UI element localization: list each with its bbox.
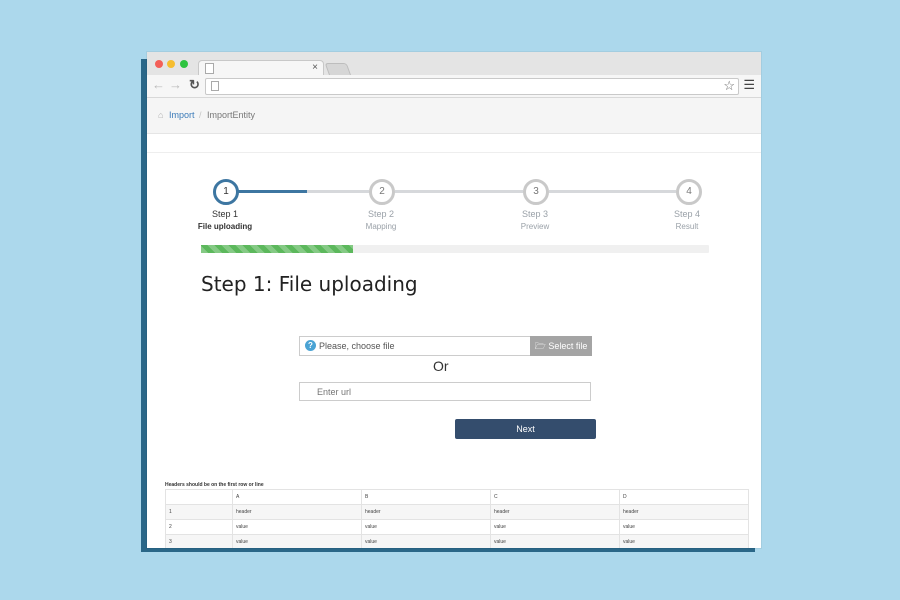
stepper-track xyxy=(549,190,676,193)
table-row: 2 value value value value xyxy=(165,519,749,535)
step-1-title: Step 1 xyxy=(211,209,239,219)
table-header-cell: A xyxy=(232,489,362,505)
stepper-track xyxy=(395,190,523,193)
folder-open-icon: 🗁 xyxy=(534,341,546,351)
step-3-subtitle: Preview xyxy=(520,222,550,231)
address-bar[interactable]: ☆ xyxy=(205,78,739,95)
page-icon xyxy=(211,81,219,91)
table-row: 1 header header header header xyxy=(165,504,749,520)
table-cell: value xyxy=(232,519,362,535)
step-1-subtitle: File uploading xyxy=(197,222,253,231)
progress-fill xyxy=(201,245,354,253)
breadcrumb-link-import[interactable]: Import xyxy=(169,98,195,133)
step-2-indicator[interactable]: 2 xyxy=(369,179,395,205)
arrow-left-icon[interactable]: ← xyxy=(152,77,165,93)
or-separator: Or xyxy=(433,358,449,374)
table-header-cell: C xyxy=(490,489,620,505)
step-3-title: Step 3 xyxy=(521,209,549,219)
table-cell: value xyxy=(361,534,491,548)
table-cell: header xyxy=(361,504,491,520)
table-header-cell xyxy=(165,489,233,505)
minimize-window-button[interactable] xyxy=(167,60,175,68)
table-header-row: A B C D xyxy=(165,489,749,505)
table-cell: value xyxy=(490,534,620,548)
browser-window: × ← → ↻ ☆ ☰ ⌂ Import / ImportEntity 1 2 … xyxy=(147,52,761,548)
reload-icon[interactable]: ↻ xyxy=(189,77,200,93)
stepper-track-complete xyxy=(237,190,307,193)
table-cell: header xyxy=(619,504,749,520)
select-file-button[interactable]: 🗁 Select file xyxy=(530,336,592,356)
url-input[interactable] xyxy=(299,382,591,401)
table-cell: value xyxy=(619,534,749,548)
table-header-cell: D xyxy=(619,489,749,505)
maximize-window-button[interactable] xyxy=(180,60,188,68)
table-cell: header xyxy=(490,504,620,520)
sample-table: A B C D 1 header header header header 2 … xyxy=(165,489,749,548)
breadcrumb-current: ImportEntity xyxy=(207,110,256,120)
table-row: 3 value value value value xyxy=(165,534,749,548)
table-cell: header xyxy=(232,504,362,520)
step-4-title: Step 4 xyxy=(673,209,701,219)
table-cell: 3 xyxy=(165,534,233,548)
step-2-subtitle: Mapping xyxy=(365,222,397,231)
help-icon[interactable]: ? xyxy=(305,340,316,351)
table-cell: value xyxy=(490,519,620,535)
table-cell: 2 xyxy=(165,519,233,535)
select-file-label: Select file xyxy=(548,341,588,351)
breadcrumb-separator: / xyxy=(199,110,202,120)
browser-toolbar: ← → ↻ ☆ ☰ xyxy=(147,75,761,98)
page-icon xyxy=(205,63,214,74)
table-cell: value xyxy=(361,519,491,535)
file-input-placeholder: Please, choose file xyxy=(319,341,395,351)
file-input[interactable]: ? Please, choose file xyxy=(299,336,530,356)
home-icon: ⌂ xyxy=(158,110,164,120)
step-4-subtitle: Result xyxy=(675,222,699,231)
step-3-indicator[interactable]: 3 xyxy=(523,179,549,205)
tab-close-icon[interactable]: × xyxy=(312,61,318,75)
table-header-cell: B xyxy=(361,489,491,505)
step-4-indicator[interactable]: 4 xyxy=(676,179,702,205)
table-cell: value xyxy=(619,519,749,535)
hamburger-icon[interactable]: ☰ xyxy=(743,78,755,92)
step-1-indicator[interactable]: 1 xyxy=(213,179,239,205)
divider xyxy=(147,152,761,153)
page-title: Step 1: File uploading xyxy=(201,272,418,296)
tab-bar: × xyxy=(147,52,761,76)
arrow-right-icon[interactable]: → xyxy=(169,77,182,93)
next-button[interactable]: Next xyxy=(455,419,596,439)
close-window-button[interactable] xyxy=(155,60,163,68)
step-2-title: Step 2 xyxy=(367,209,395,219)
browser-tab[interactable]: × xyxy=(198,60,324,76)
table-caption: Headers should be on the first row or li… xyxy=(165,482,264,488)
table-cell: value xyxy=(232,534,362,548)
progress-bar xyxy=(201,245,709,253)
table-cell: 1 xyxy=(165,504,233,520)
star-icon[interactable]: ☆ xyxy=(723,78,735,94)
stepper-track xyxy=(307,190,369,193)
breadcrumb: ⌂ Import / ImportEntity xyxy=(147,98,761,134)
